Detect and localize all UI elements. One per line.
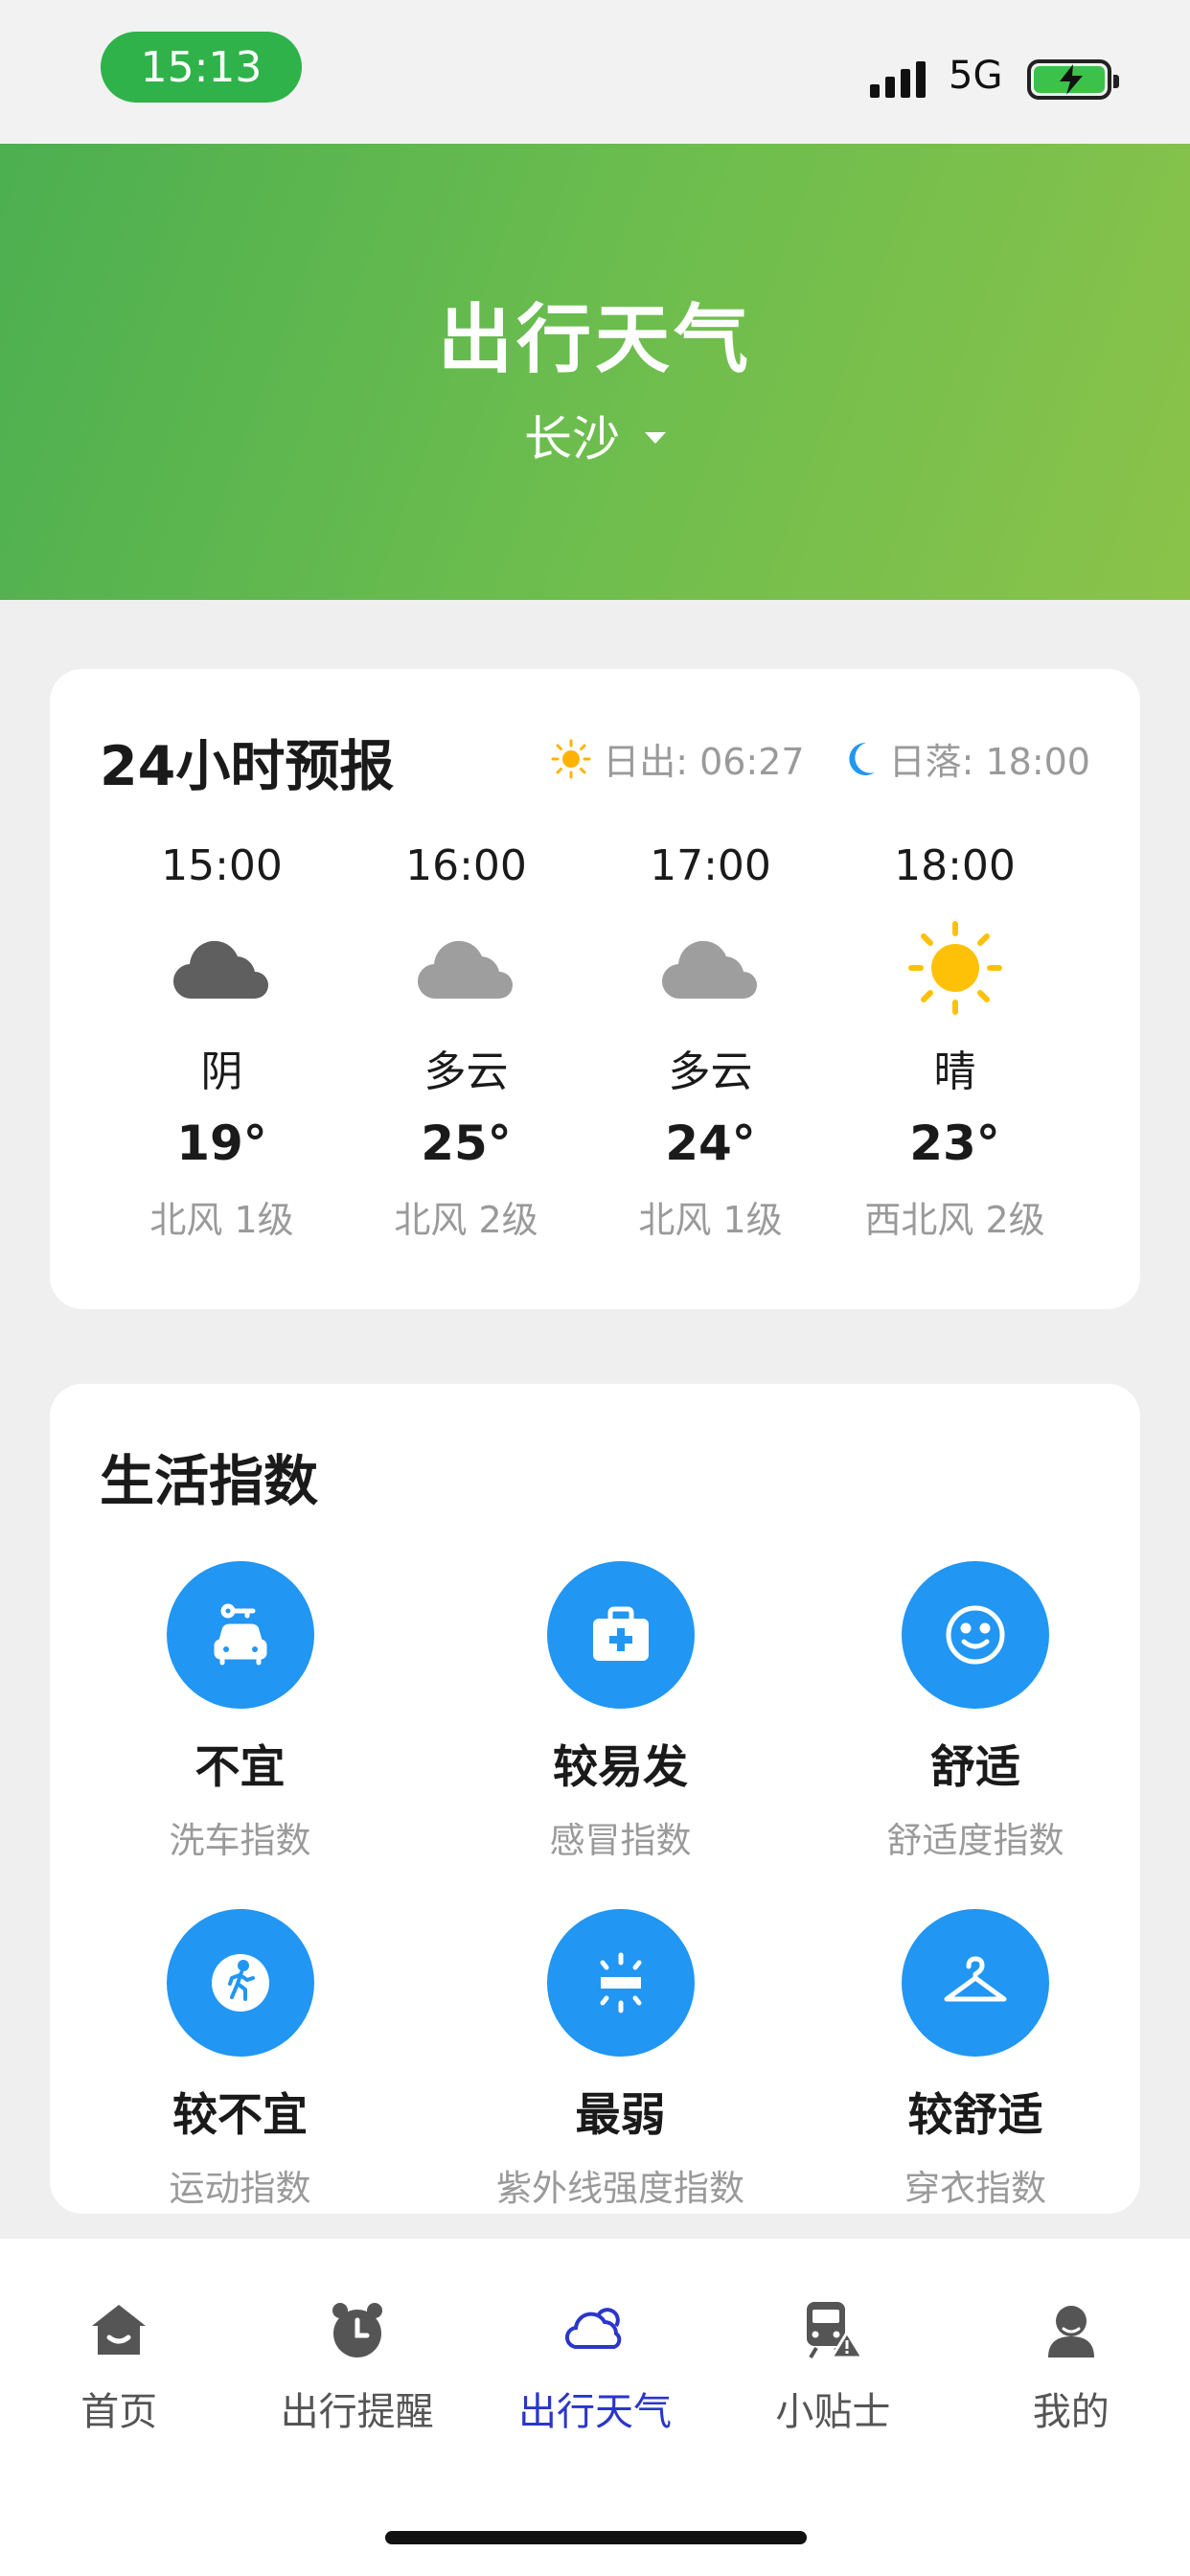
user-icon — [1042, 2294, 1100, 2365]
index-label: 舒适度指数 — [886, 1820, 1064, 1861]
battery-icon — [1027, 59, 1119, 100]
index-item-car-wash[interactable]: 不宜 洗车指数 — [50, 1561, 430, 1863]
status-bar: 15:13 5G — [0, 0, 1190, 144]
hour-temp: 19° — [176, 1116, 267, 1171]
index-label: 紫外线强度指数 — [496, 2168, 744, 2209]
weather-cloud-icon — [564, 2294, 626, 2365]
hour-item: 17:00 多云 24° 北风 1级 — [588, 841, 833, 1243]
index-value: 较舒适 — [907, 2089, 1043, 2142]
sunset-text: 日落: 18:00 — [888, 741, 1090, 783]
hour-condition: 多云 — [668, 1047, 753, 1096]
hourly-list: 15:00 阴 19° 北风 1级 16:00 多云 25° 北风 2级 17:… — [100, 841, 1090, 1243]
page-title: 出行天气 — [437, 297, 752, 383]
tab-weather[interactable]: 出行天气 — [476, 2294, 714, 2436]
sunrise-icon — [551, 739, 591, 778]
cloud-icon — [344, 910, 588, 1025]
network-label: 5G — [949, 54, 1003, 98]
sun-info: 日出: 06:27 日落: 18:00 — [551, 732, 1090, 785]
signal-icon — [870, 59, 926, 98]
hour-wind: 西北风 2级 — [864, 1199, 1045, 1241]
medical-kit-icon — [546, 1561, 695, 1709]
city-selector[interactable]: 长沙 — [0, 401, 1190, 470]
index-value: 较易发 — [553, 1741, 688, 1794]
index-item-uv[interactable]: 最弱 紫外线强度指数 — [430, 1909, 811, 2211]
tab-home[interactable]: 首页 — [0, 2294, 238, 2436]
index-value: 不宜 — [195, 1741, 286, 1794]
index-item-dressing[interactable]: 较舒适 穿衣指数 — [811, 1909, 1140, 2211]
alarm-clock-icon — [327, 2294, 388, 2365]
hour-item: 16:00 多云 25° 北风 2级 — [344, 841, 588, 1243]
index-label: 感冒指数 — [549, 1820, 692, 1861]
hour-condition: 晴 — [933, 1047, 976, 1096]
hour-time: 16:00 — [405, 841, 527, 890]
hour-time: 17:00 — [650, 841, 771, 890]
caret-down-icon — [645, 432, 666, 444]
sunrise-text: 日出: 06:27 — [603, 741, 805, 783]
car-wash-icon — [166, 1561, 314, 1709]
hour-wind: 北风 1级 — [638, 1199, 783, 1241]
cloud-icon — [588, 910, 833, 1025]
tab-label: 首页 — [80, 2390, 158, 2434]
forecast-card: 24小时预报 日出: 06:27 日落: 18:00 15:00 阴 19° 北… — [50, 669, 1140, 1309]
sun-icon — [833, 910, 1077, 1025]
tab-tips[interactable]: 小贴士 — [714, 2294, 951, 2436]
index-label: 穿衣指数 — [904, 2168, 1046, 2209]
forecast-title: 24小时预报 — [100, 735, 395, 798]
hour-temp: 23° — [909, 1116, 1000, 1171]
train-warning-icon — [801, 2294, 865, 2365]
home-icon — [88, 2294, 149, 2365]
index-value: 舒适 — [930, 1741, 1020, 1794]
tab-label: 出行提醒 — [280, 2390, 434, 2434]
hour-item: 15:00 阴 19° 北风 1级 — [100, 841, 344, 1243]
cloud-dark-icon — [100, 910, 344, 1025]
hour-wind: 北风 1级 — [149, 1199, 294, 1241]
city-label: 长沙 — [524, 411, 620, 467]
tab-label: 出行天气 — [517, 2390, 672, 2434]
bottom-nav: 首页 出行提醒 出行天气 小贴士 我的 — [0, 2239, 1190, 2576]
tab-label: 小贴士 — [775, 2390, 891, 2434]
index-item-cold[interactable]: 较易发 感冒指数 — [430, 1561, 811, 1863]
status-time: 15:13 — [101, 32, 302, 103]
index-value: 较不宜 — [172, 2089, 308, 2142]
tab-me[interactable]: 我的 — [952, 2294, 1190, 2436]
hanger-icon — [902, 1909, 1049, 2057]
uv-icon — [546, 1909, 695, 2057]
life-index-title: 生活指数 — [100, 1450, 318, 1513]
page-header: 出行天气 长沙 — [0, 144, 1190, 600]
hour-condition: 多云 — [423, 1047, 509, 1096]
index-label: 洗车指数 — [169, 1820, 311, 1861]
life-index-card: 生活指数 不宜 洗车指数 较易发 感冒指数 舒适 舒适度指数 较不宜 运动指数 … — [50, 1384, 1140, 2214]
hour-condition: 阴 — [200, 1047, 243, 1096]
running-icon — [166, 1909, 314, 2057]
tab-label: 我的 — [1032, 2390, 1110, 2434]
hour-temp: 24° — [665, 1116, 756, 1171]
hour-time: 15:00 — [161, 841, 283, 890]
index-label: 运动指数 — [169, 2168, 311, 2209]
tab-reminder[interactable]: 出行提醒 — [239, 2294, 476, 2436]
index-item-comfort[interactable]: 舒适 舒适度指数 — [811, 1561, 1140, 1863]
home-indicator — [385, 2531, 807, 2544]
index-item-sport[interactable]: 较不宜 运动指数 — [50, 1909, 430, 2211]
life-index-grid: 不宜 洗车指数 较易发 感冒指数 舒适 舒适度指数 较不宜 运动指数 最弱 紫外… — [50, 1561, 1140, 2211]
hour-wind: 北风 2级 — [394, 1199, 538, 1241]
hour-time: 18:00 — [894, 841, 1016, 890]
hour-item: 18:00 晴 23° 西北风 2级 — [833, 841, 1077, 1243]
hour-temp: 25° — [421, 1116, 512, 1171]
smile-icon — [902, 1561, 1049, 1709]
moon-icon — [848, 742, 875, 775]
index-value: 最弱 — [575, 2089, 666, 2142]
